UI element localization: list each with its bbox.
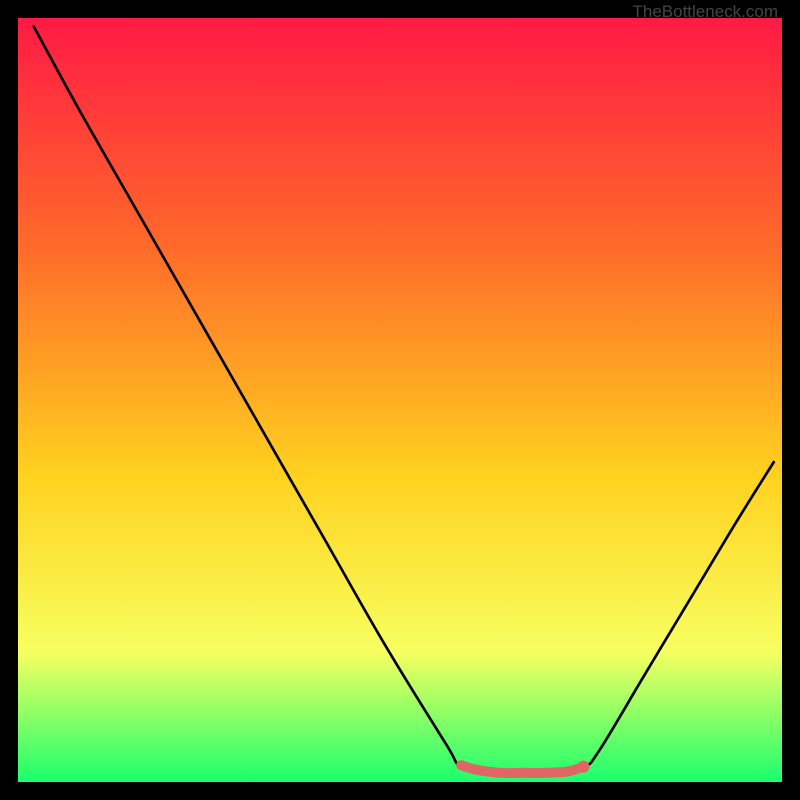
optimal-end-marker <box>577 761 589 773</box>
watermark-text: TheBottleneck.com <box>632 2 778 22</box>
chart-area <box>18 18 782 782</box>
bottleneck-chart <box>18 18 782 782</box>
